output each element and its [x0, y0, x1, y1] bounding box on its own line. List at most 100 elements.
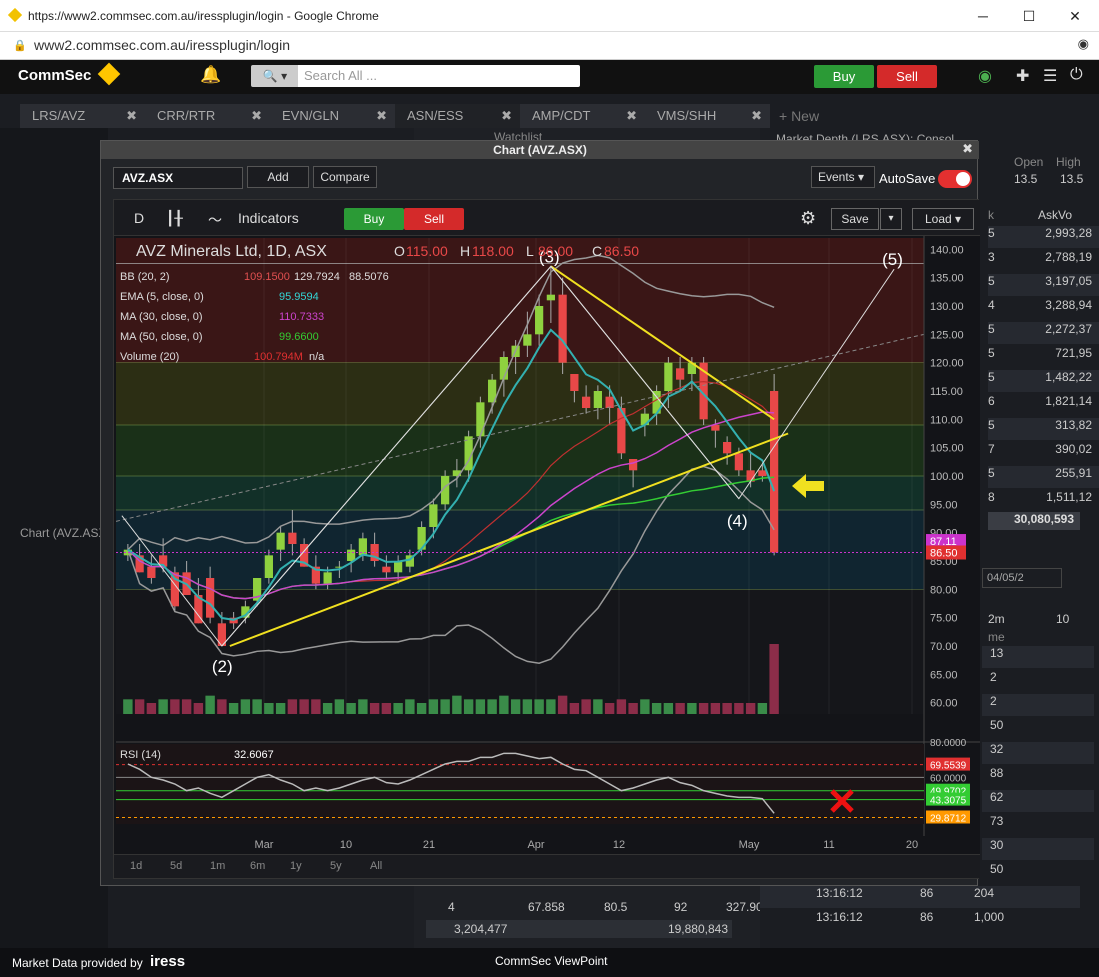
period-1d[interactable]: 1d — [130, 860, 142, 872]
events-dropdown[interactable]: Events ▾ — [811, 166, 875, 188]
load-label: Load — [924, 212, 952, 226]
indicators-icon[interactable]: 〜 — [208, 210, 222, 230]
tab-vms-shh[interactable]: VMS/SHH ✖ — [645, 104, 770, 128]
close-icon[interactable]: ✖ — [962, 141, 973, 157]
depth-row: 6 1,821,14 — [988, 394, 1099, 416]
compare-button[interactable]: Compare — [313, 166, 377, 188]
time-sales-row: 88 — [982, 766, 1094, 788]
y-tick-label: 95.00 — [930, 499, 958, 511]
ohlc-label: L — [526, 243, 534, 259]
depth-bid-count: 3 — [988, 250, 995, 264]
high-value: 13.5 — [1060, 172, 1084, 186]
depth-ask-volume: 255,91 — [1055, 466, 1092, 480]
save-dropdown-chevron-down-icon[interactable]: ▾ — [880, 208, 902, 230]
close-icon[interactable]: ✖ — [126, 104, 137, 128]
interval-button[interactable]: D — [134, 210, 144, 226]
chart-buy-button[interactable]: Buy — [344, 208, 404, 230]
add-icon[interactable]: ✚ — [1016, 66, 1029, 86]
ohlc-value: 86.50 — [604, 243, 639, 259]
depth-bid-count: 4 — [988, 298, 995, 312]
maximize-button[interactable]: ☐ — [1009, 4, 1049, 28]
period-5d[interactable]: 5d — [170, 860, 182, 872]
tab-asn-ess[interactable]: ASN/ESS ✖ — [395, 104, 520, 128]
close-icon[interactable]: ✖ — [376, 104, 387, 128]
price-chart[interactable]: (2)(3)(4)(5) 140.00135.00130.00125.00120.… — [114, 236, 980, 856]
tab-evn-gln[interactable]: EVN/GLN ✖ — [270, 104, 395, 128]
search-scope-button[interactable]: 🔍 ▾ — [251, 65, 299, 87]
trade-vol: 204 — [974, 886, 995, 900]
close-icon[interactable]: ✖ — [751, 104, 762, 128]
add-button[interactable]: Add — [247, 166, 309, 188]
chart-sell-button[interactable]: Sell — [404, 208, 464, 230]
sell-button[interactable]: Sell — [877, 65, 937, 88]
period-1m[interactable]: 1m — [210, 860, 225, 872]
volume-bar — [358, 699, 368, 714]
period-6m[interactable]: 6m — [250, 860, 265, 872]
rsi-label: RSI (14) — [120, 749, 161, 761]
depth-row: 5 1,482,22 — [988, 370, 1099, 392]
tab-label: ASN/ESS — [407, 108, 464, 123]
volume-bar — [569, 703, 580, 714]
x-tick-label: 20 — [906, 839, 918, 851]
period-All[interactable]: All — [370, 860, 382, 872]
depth-bid-count: 5 — [988, 274, 995, 288]
status-light-icon[interactable]: ◉ — [978, 66, 992, 86]
indicators-button[interactable]: Indicators — [238, 210, 299, 226]
commsec-diamond-icon — [97, 62, 121, 86]
time-label: 2m — [988, 612, 1005, 626]
symbol-input[interactable]: AVZ.ASX — [113, 167, 243, 189]
volume-bar — [275, 703, 286, 714]
period-1y[interactable]: 1y — [290, 860, 302, 872]
indicator-value: 99.6600 — [279, 331, 319, 343]
candle — [476, 402, 485, 437]
candle — [206, 578, 215, 618]
save-button[interactable]: Save — [831, 208, 879, 230]
address-bar[interactable]: 🔒 www2.commsec.com.au/iressplugin/login … — [0, 32, 1099, 60]
close-icon[interactable]: ✖ — [501, 104, 512, 128]
volume-bar — [322, 703, 333, 714]
period-5y[interactable]: 5y — [330, 860, 342, 872]
date-field[interactable]: 04/05/2 — [982, 568, 1062, 588]
volume-bar — [252, 699, 262, 714]
power-icon[interactable]: ⏻ — [1070, 66, 1083, 84]
volume-bar — [722, 703, 732, 714]
time-sales-row: 32 — [982, 742, 1094, 764]
row-value: 50 — [990, 718, 1004, 732]
menu-icon[interactable]: ☰ — [1043, 66, 1057, 86]
buy-button[interactable]: Buy — [814, 65, 874, 88]
volume-bar — [616, 699, 627, 714]
row-value: 73 — [990, 814, 1004, 828]
time-sales-row: 62 — [982, 790, 1094, 812]
autosave-toggle[interactable] — [938, 170, 972, 188]
eye-icon[interactable]: ◉ — [1078, 36, 1089, 52]
depth-ask-volume: 3,197,05 — [1045, 274, 1092, 288]
time-sales-row: 50 — [982, 862, 1094, 884]
tab-crr-rtr[interactable]: CRR/RTR ✖ — [145, 104, 270, 128]
row-value: 2 — [990, 694, 997, 708]
total-cell: 3,204,477 — [454, 922, 508, 936]
new-tab-button[interactable]: + New — [779, 104, 819, 128]
bell-icon[interactable]: 🔔 — [200, 65, 221, 85]
candle — [664, 362, 673, 391]
close-icon[interactable]: ✖ — [626, 104, 637, 128]
chart-window-title: Chart (AVZ.ASX) — [101, 141, 979, 159]
volume-bar — [381, 703, 392, 714]
search-input[interactable]: Search All ... — [298, 65, 580, 87]
volume-bar — [405, 699, 415, 714]
depth-bid-count: 5 — [988, 418, 995, 432]
events-label: Events — [818, 170, 855, 184]
fib-band — [116, 425, 924, 476]
candle-type-icon[interactable]: ┃╂ — [166, 210, 183, 227]
ohlc-value: 86.00 — [538, 243, 573, 259]
left-panel-label: Chart (AVZ.ASX — [20, 526, 107, 540]
depth-bid-count: 5 — [988, 370, 995, 384]
minimize-button[interactable]: ─ — [963, 4, 1003, 28]
x-tick-label: 11 — [823, 839, 834, 851]
close-icon[interactable]: ✖ — [251, 104, 262, 128]
y-tick-label: 120.00 — [930, 358, 964, 370]
load-button[interactable]: Load ▾ — [912, 208, 974, 230]
tab-lrs-avz[interactable]: LRS/AVZ ✖ — [20, 104, 145, 128]
close-window-button[interactable]: ✕ — [1055, 4, 1095, 28]
tab-amp-cdt[interactable]: AMP/CDT ✖ — [520, 104, 645, 128]
gear-icon[interactable]: ⚙ — [800, 208, 816, 229]
